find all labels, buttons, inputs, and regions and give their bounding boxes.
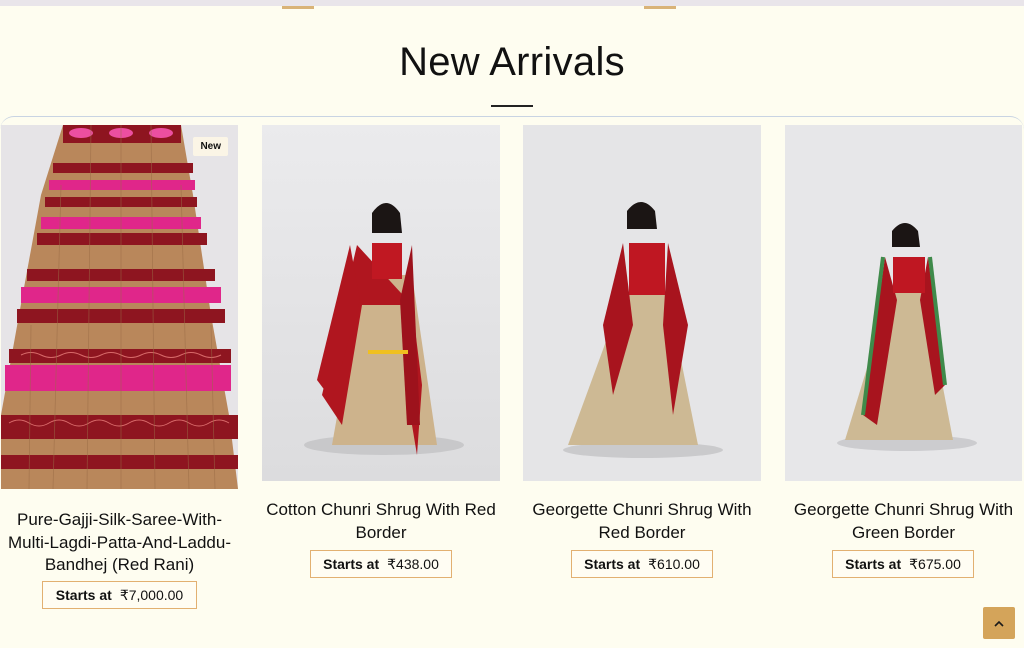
price-label: Starts at [55, 587, 112, 603]
price-value: ₹438.00 [387, 555, 439, 572]
price-box: Starts at ₹610.00 [571, 550, 713, 578]
price-box: Starts at ₹438.00 [310, 550, 452, 578]
saree-image [1, 125, 238, 489]
product-image[interactable]: New [1, 125, 238, 489]
section-title: New Arrivals [399, 40, 625, 84]
price-label: Starts at [845, 556, 902, 572]
model-image [785, 125, 1022, 481]
price-label: Starts at [323, 556, 380, 572]
product-name[interactable]: Cotton Chunri Shrug With Red Border [262, 499, 500, 544]
scroll-to-top-button[interactable] [983, 607, 1015, 639]
nav-indicator [282, 6, 314, 9]
price-box: Starts at ₹675.00 [832, 550, 974, 578]
product-name[interactable]: Georgette Chunri Shrug With Green Border [785, 499, 1022, 544]
product-image[interactable] [262, 125, 500, 481]
new-badge: New [193, 137, 228, 156]
product-name[interactable]: Pure-Gajji-Silk-Saree-With-Multi-Lagdi-P… [1, 509, 238, 577]
top-strip [0, 0, 1024, 6]
price-label: Starts at [584, 556, 641, 572]
model-image [523, 125, 761, 481]
product-name[interactable]: Georgette Chunri Shrug With Red Border [523, 499, 761, 544]
price-value: ₹7,000.00 [119, 586, 184, 603]
chevron-up-icon [994, 620, 1004, 627]
model-image [262, 125, 500, 481]
price-value: ₹675.00 [909, 555, 961, 572]
product-image[interactable] [523, 125, 761, 481]
title-underline [491, 105, 533, 107]
price-box: Starts at ₹7,000.00 [42, 581, 197, 609]
nav-indicator [644, 6, 676, 9]
price-value: ₹610.00 [648, 555, 700, 572]
product-image[interactable] [785, 125, 1022, 481]
